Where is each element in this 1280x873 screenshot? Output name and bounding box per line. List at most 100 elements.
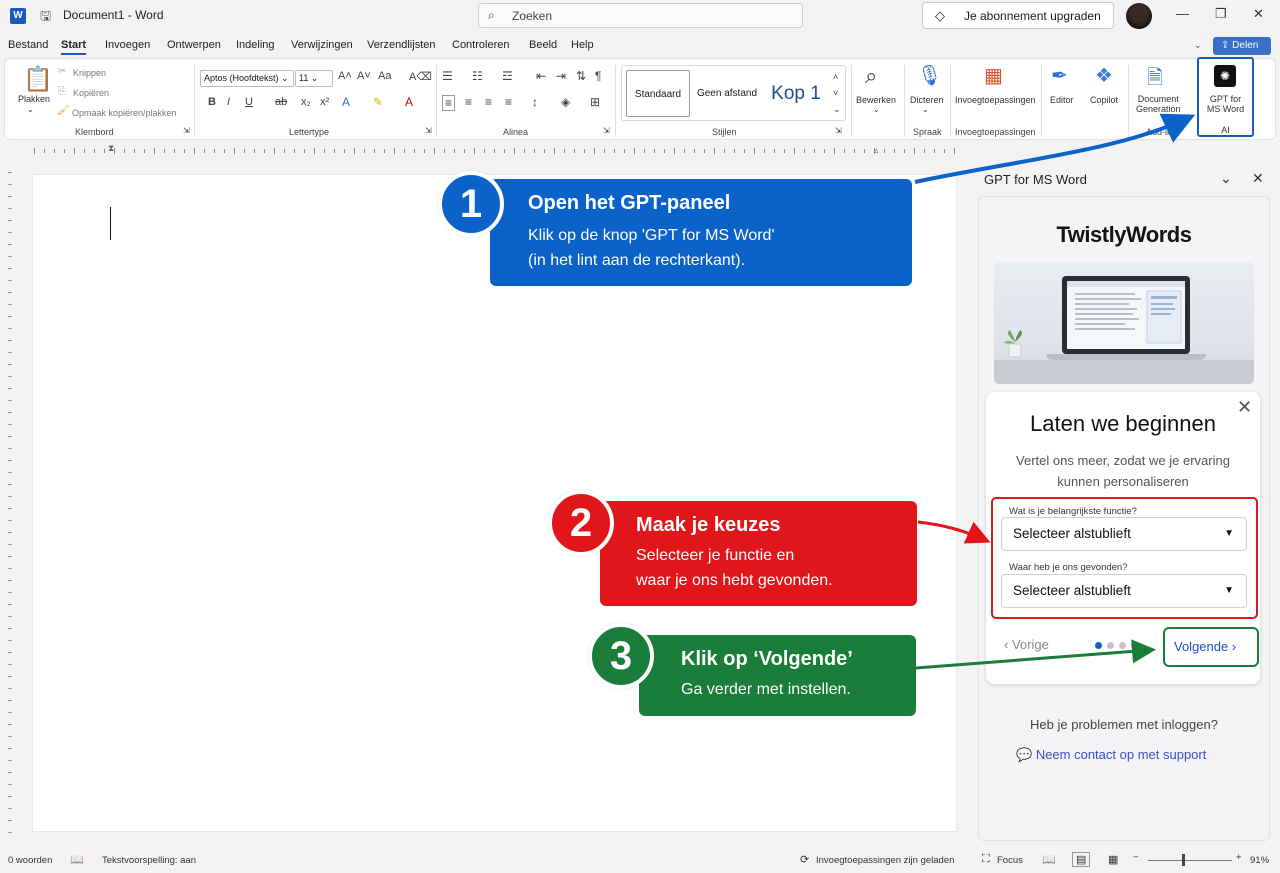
multilevel-list-icon[interactable]: ☲ bbox=[502, 69, 513, 83]
align-center-icon[interactable]: ≡ bbox=[465, 95, 472, 109]
paste-button[interactable]: Plakken bbox=[18, 94, 50, 104]
subscript-icon[interactable]: x₂ bbox=[301, 96, 311, 108]
tab-beeld[interactable]: Beeld bbox=[529, 39, 557, 51]
cut-button[interactable]: Knippen bbox=[73, 68, 106, 78]
paste-dropdown-icon[interactable]: ⌄ bbox=[27, 105, 34, 114]
shading-icon[interactable]: ◈ bbox=[561, 95, 570, 109]
format-painter-button[interactable]: Opmaak kopiëren/plakken bbox=[72, 108, 177, 118]
tab-invoegen[interactable]: Invoegen bbox=[105, 39, 150, 51]
callout-1-line2: (in het lint aan de rechterkant). bbox=[528, 252, 746, 269]
search-box[interactable]: ⌕ Zoeken bbox=[478, 3, 803, 28]
save-icon[interactable]: 🖫 bbox=[40, 7, 51, 29]
superscript-icon[interactable]: x² bbox=[320, 96, 329, 108]
font-family-select[interactable]: Aptos (Hoofdtekst) ⌄ bbox=[200, 70, 294, 87]
editing-dropdown-icon[interactable]: ⌄ bbox=[873, 105, 880, 114]
dictate-button[interactable]: Dicteren bbox=[910, 95, 944, 105]
dictate-dropdown-icon[interactable]: ⌄ bbox=[922, 105, 929, 114]
separator bbox=[950, 65, 951, 137]
borders-icon[interactable]: ⊞ bbox=[590, 95, 600, 109]
tab-controleren[interactable]: Controleren bbox=[452, 39, 509, 51]
decrease-indent-icon[interactable]: ⇤ bbox=[536, 69, 546, 83]
zoom-slider-thumb[interactable] bbox=[1182, 854, 1185, 866]
upgrade-subscription-button[interactable]: ◇ Je abonnement upgraden bbox=[922, 2, 1114, 29]
avatar[interactable] bbox=[1126, 3, 1152, 29]
editing-button[interactable]: Bewerken bbox=[856, 95, 896, 105]
numbering-icon[interactable]: ☷ bbox=[472, 69, 483, 83]
line-spacing-icon[interactable]: ↕ bbox=[532, 95, 538, 109]
strikethrough-icon[interactable]: ab bbox=[275, 96, 287, 108]
sort-icon[interactable]: ⇅ bbox=[576, 69, 586, 83]
align-right-icon[interactable]: ≡ bbox=[485, 95, 492, 109]
print-layout-icon[interactable]: ▤ bbox=[1072, 852, 1091, 867]
callout-2-title: Maak je keuzes bbox=[636, 514, 781, 536]
addins-button[interactable]: Invoegtoepassingen bbox=[955, 95, 1036, 105]
tab-start[interactable]: Start bbox=[61, 39, 87, 55]
text-effects-icon[interactable]: A bbox=[342, 95, 350, 109]
zoom-level[interactable]: 91% bbox=[1250, 855, 1269, 866]
zoom-slider[interactable] bbox=[1148, 860, 1232, 861]
justify-icon[interactable]: ≡ bbox=[505, 95, 512, 109]
contact-support-link[interactable]: 💬 Neem contact op met support bbox=[1016, 747, 1206, 763]
paste-icon[interactable]: 📋 bbox=[23, 65, 53, 94]
addins-loaded-icon: ⟳ bbox=[800, 854, 810, 866]
tab-help[interactable]: Help bbox=[571, 39, 594, 51]
share-button[interactable]: ⇪ Delen bbox=[1213, 37, 1271, 55]
styles-more-icon[interactable]: ⌄ bbox=[833, 104, 841, 115]
proofing-icon[interactable]: 📖 bbox=[70, 853, 84, 866]
show-marks-icon[interactable]: ¶ bbox=[595, 69, 601, 83]
document-generation-button[interactable]: Document Generation bbox=[1136, 94, 1181, 114]
gpt-for-ms-word-button[interactable]: ✺ GPT for MS Word AI bbox=[1197, 57, 1254, 137]
ruler-tick bbox=[8, 436, 12, 437]
copilot-button[interactable]: Copilot bbox=[1090, 95, 1118, 105]
focus-mode-button[interactable]: Focus bbox=[997, 855, 1023, 866]
font-launcher-icon[interactable]: ⇲ bbox=[425, 126, 432, 135]
zoom-in-icon[interactable]: + bbox=[1236, 852, 1242, 863]
word-count[interactable]: 0 woorden bbox=[8, 855, 52, 866]
ribbon-collapse-icon[interactable]: ⌄ bbox=[1194, 40, 1202, 51]
text-prediction-status[interactable]: Tekstvoorspelling: aan bbox=[102, 855, 196, 866]
web-layout-icon[interactable]: ▦ bbox=[1108, 853, 1118, 866]
horizontal-ruler[interactable] bbox=[34, 145, 959, 157]
tab-indeling[interactable]: Indeling bbox=[236, 39, 275, 51]
styles-scroll-down-icon[interactable]: ˅ bbox=[833, 88, 838, 98]
bold-icon[interactable]: B bbox=[208, 96, 216, 108]
shrink-font-icon[interactable]: A˅ bbox=[357, 70, 371, 82]
tab-verwijzingen[interactable]: Verwijzingen bbox=[291, 39, 353, 51]
change-case-icon[interactable]: Aa bbox=[378, 70, 391, 82]
style-geen-afstand[interactable]: Geen afstand bbox=[692, 70, 762, 117]
right-indent-marker-icon[interactable]: ▵ bbox=[874, 145, 879, 156]
minimize-icon[interactable]: — bbox=[1176, 6, 1189, 21]
indent-marker-icon[interactable]: ⧗ bbox=[108, 143, 114, 154]
clear-formatting-icon[interactable]: A⌫ bbox=[409, 70, 432, 83]
highlight-icon[interactable]: ✎ bbox=[373, 95, 383, 109]
ruler-tick bbox=[864, 149, 865, 153]
zoom-out-icon[interactable]: − bbox=[1133, 852, 1139, 863]
pane-close-icon[interactable]: ✕ bbox=[1252, 170, 1264, 187]
copy-button[interactable]: Kopiëren bbox=[73, 88, 109, 98]
maximize-icon[interactable]: ❐ bbox=[1215, 6, 1227, 22]
tab-verzendlijsten[interactable]: Verzendlijsten bbox=[367, 39, 436, 51]
italic-icon[interactable]: I bbox=[227, 96, 230, 108]
grow-font-icon[interactable]: A˄ bbox=[338, 70, 352, 82]
clipboard-launcher-icon[interactable]: ⇲ bbox=[183, 126, 190, 135]
ruler-tick bbox=[674, 148, 675, 154]
close-window-icon[interactable]: ✕ bbox=[1253, 6, 1264, 22]
read-mode-icon[interactable]: 📖 bbox=[1042, 853, 1056, 866]
next-button[interactable]: Volgende › bbox=[1163, 627, 1259, 667]
tab-ontwerpen[interactable]: Ontwerpen bbox=[167, 39, 221, 51]
increase-indent-icon[interactable]: ⇥ bbox=[556, 69, 566, 83]
bullets-icon[interactable]: ☰ bbox=[442, 69, 453, 83]
underline-icon[interactable]: U bbox=[245, 96, 253, 108]
tab-bestand[interactable]: Bestand bbox=[8, 39, 48, 51]
paragraph-launcher-icon[interactable]: ⇲ bbox=[603, 126, 610, 135]
editor-button[interactable]: Editor bbox=[1050, 95, 1074, 105]
styles-scroll-up-icon[interactable]: ˄ bbox=[833, 72, 838, 82]
pane-options-icon[interactable]: ⌄ bbox=[1220, 170, 1232, 187]
styles-launcher-icon[interactable]: ⇲ bbox=[835, 126, 842, 135]
font-color-icon[interactable]: A bbox=[405, 95, 413, 109]
previous-button[interactable]: ‹ Vorige bbox=[1004, 637, 1049, 652]
align-left-icon[interactable]: ≡ bbox=[442, 95, 456, 111]
style-kop-1[interactable]: Kop 1 bbox=[764, 70, 828, 117]
style-standaard[interactable]: Standaard bbox=[626, 70, 690, 117]
font-size-select[interactable]: 11 ⌄ bbox=[295, 70, 333, 87]
